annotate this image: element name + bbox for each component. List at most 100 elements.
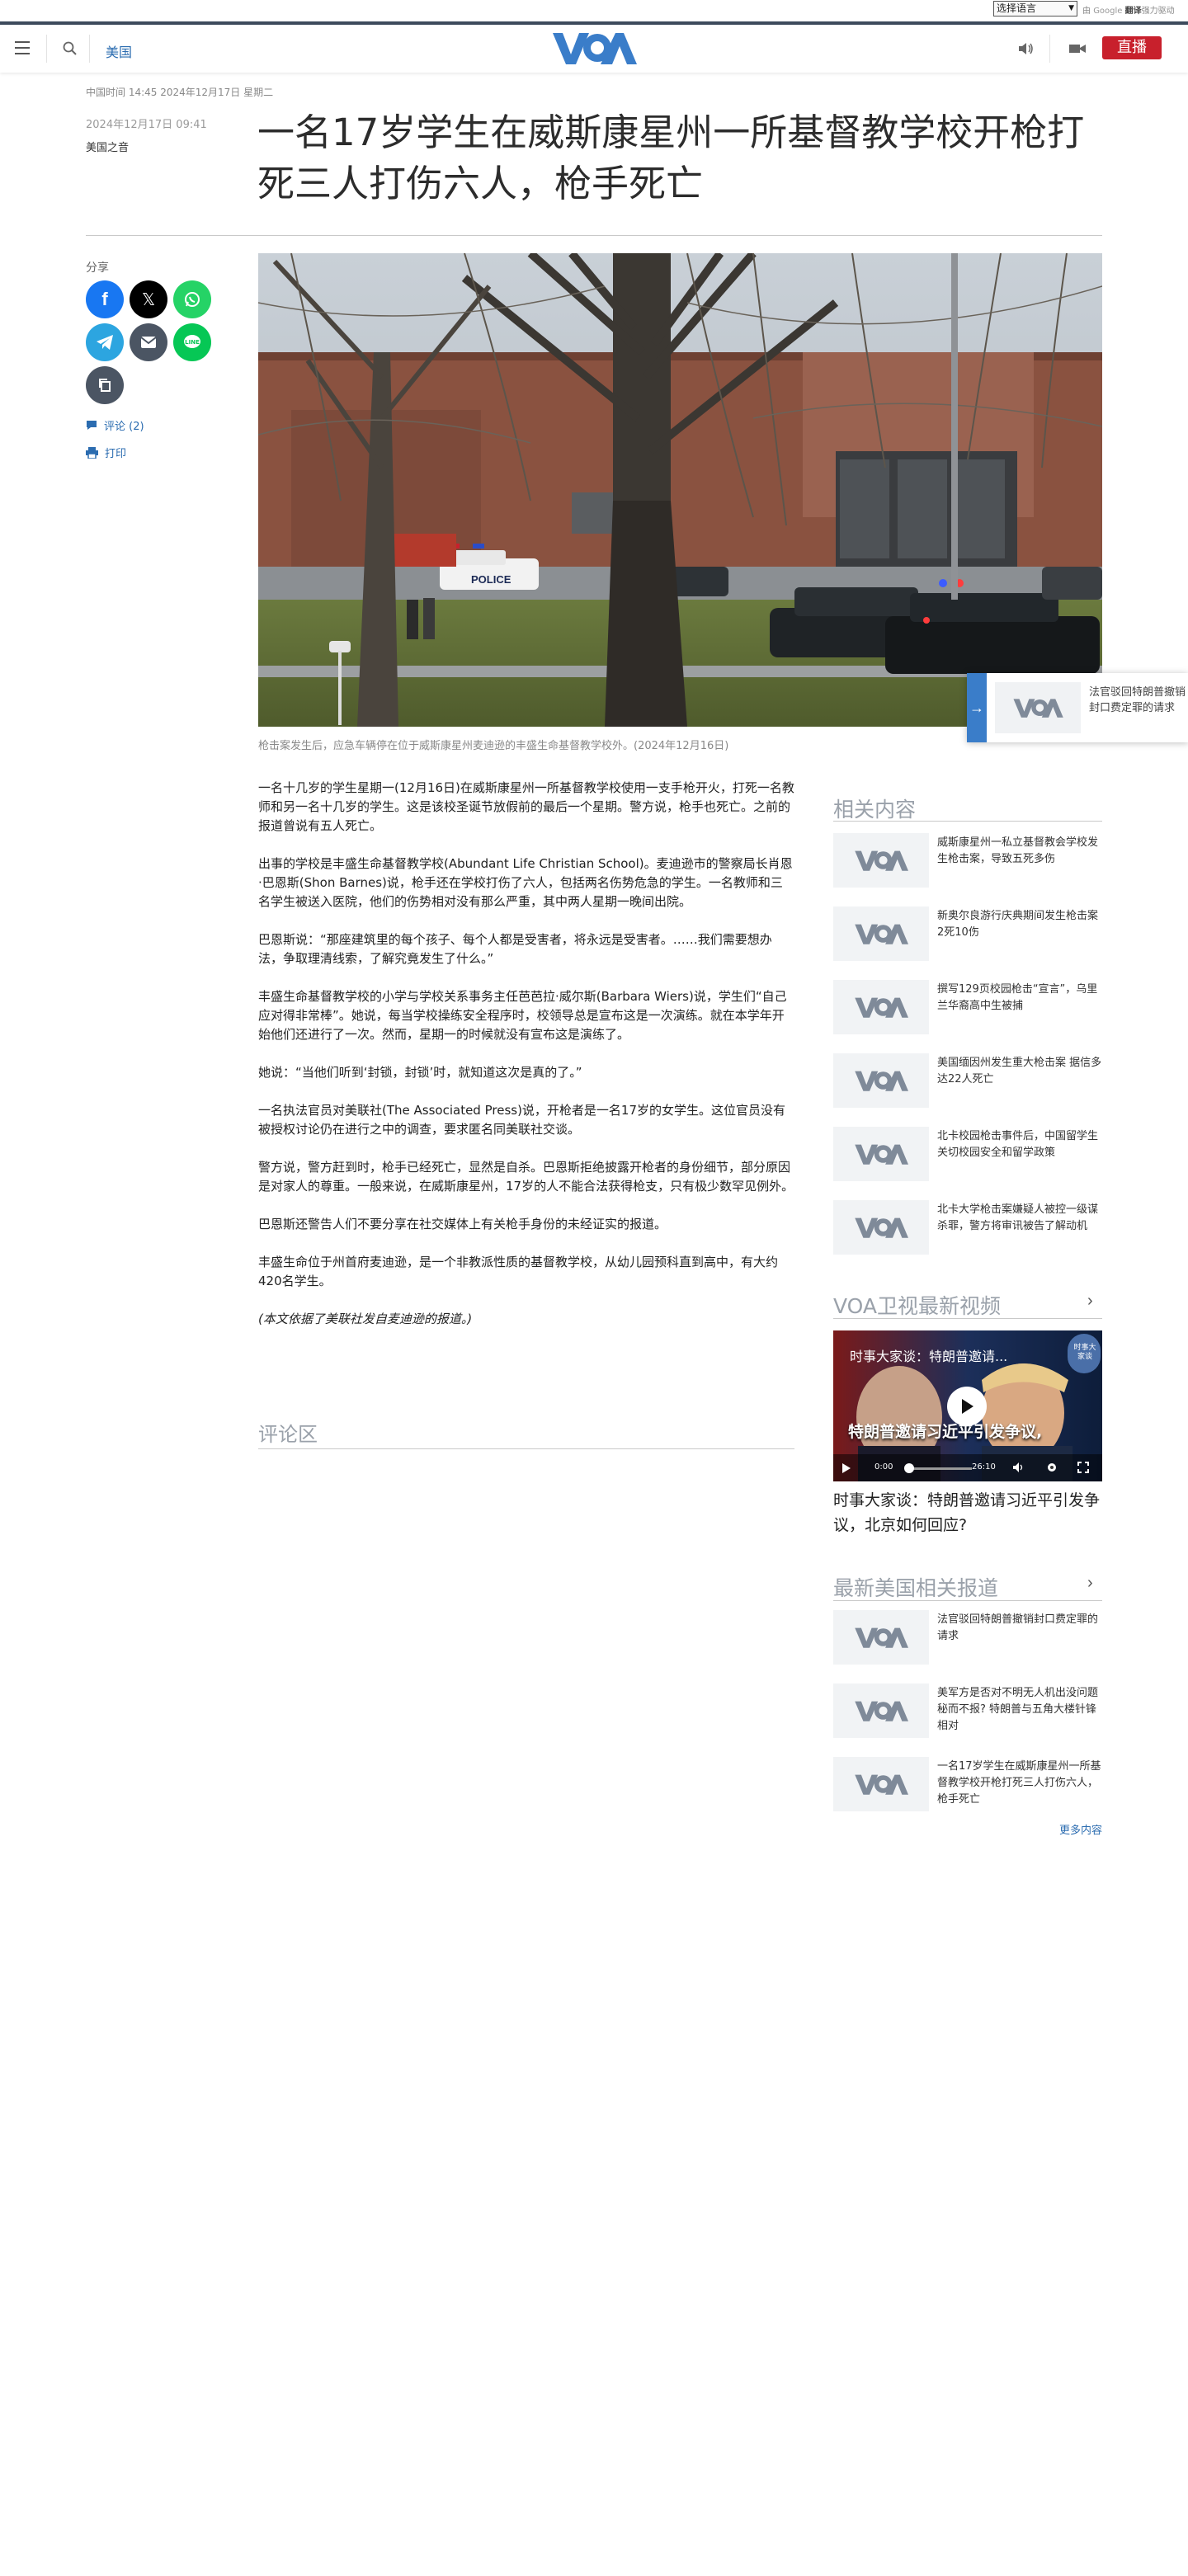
videos-title[interactable]: VOA卫视最新视频 — [833, 1290, 1001, 1320]
section-link[interactable]: 美国 — [106, 41, 132, 61]
article-body: 一名十几岁的学生星期一(12月16日)在威斯康星州一所基督教学校使用一支手枪开火… — [258, 779, 794, 1348]
video-progress-bar[interactable] — [906, 1467, 972, 1470]
fullscreen-icon[interactable] — [1077, 1462, 1089, 1473]
email-icon — [140, 337, 157, 348]
voa-placeholder-thumbnail — [833, 1757, 929, 1811]
settings-gear-icon[interactable] — [1046, 1462, 1058, 1473]
related-title: 相关内容 — [833, 798, 917, 822]
copy-link-button[interactable] — [86, 366, 124, 404]
header-divider — [46, 35, 47, 63]
svg-text:POLICE: POLICE — [471, 573, 512, 586]
timestamp: 中国时间 14:45 2024年12月17日 星期二 — [86, 87, 274, 98]
related-item[interactable]: 新奥尔良游行庆典期间发生枪击案 2死10伤 — [833, 907, 1102, 963]
hero-image: POLICE — [258, 253, 1102, 727]
latest-item[interactable]: 一名17岁学生在威斯康星州一所基督教学校开枪打死三人打伤六人，枪手死亡 — [833, 1757, 1102, 1813]
comments-section-title: 评论区 — [258, 1423, 318, 1446]
arrow-right-icon: → — [967, 673, 987, 742]
voa-placeholder-thumbnail — [833, 1053, 929, 1108]
video-player[interactable]: 时事大家谈：特朗普邀请... 时事大家谈 特朗普邀请习近平引发争议, 0:00 … — [833, 1330, 1102, 1481]
play-button[interactable] — [947, 1387, 987, 1426]
article-paragraph: 警方说，警方赶到时，枪手已经死亡，显然是自杀。巴恩斯拒绝披露开枪者的身份细节，部… — [258, 1160, 794, 1194]
related-item[interactable]: 北卡大学枪击案嫌疑人被控一级谋杀罪，警方将审讯被告了解动机 — [833, 1200, 1102, 1256]
translate-powered-by: 由 Google 翻译强力驱动 — [1082, 7, 1175, 16]
voa-placeholder-thumbnail — [833, 833, 929, 888]
related-item-title: 威斯康星州一私立基督教会学校发生枪击案，导致五死多伤 — [937, 836, 1099, 865]
play-small-icon[interactable] — [842, 1463, 851, 1473]
google-translate-link[interactable]: 翻译 — [1125, 7, 1142, 16]
print-link[interactable]: 打印 — [86, 445, 126, 460]
site-header: 美国 直播 — [0, 25, 1188, 73]
latest-item[interactable]: 法官驳回特朗普撤销封口费定罪的请求 — [833, 1610, 1102, 1666]
comments-divider — [258, 1448, 794, 1449]
svg-text:LINE: LINE — [185, 339, 200, 346]
telegram-share-button[interactable] — [86, 323, 124, 361]
floating-card-text: 法官驳回特朗普撤销封口费定罪的请求 — [1089, 686, 1186, 714]
videos-divider — [833, 1318, 1102, 1319]
voa-placeholder-thumbnail — [833, 1684, 929, 1738]
translate-bar: 选择语言 ▼ 由 Google 翻译强力驱动 — [0, 0, 1188, 21]
latest-title[interactable]: 最新美国相关报道 — [833, 1572, 998, 1602]
related-item[interactable]: 北卡校园枪击事件后，中国留学生关切校园安全和留学政策 — [833, 1127, 1102, 1183]
author[interactable]: 美国之音 — [86, 139, 129, 154]
latest-item-title: 一名17岁学生在威斯康星州一所基督教学校开枪打死三人打伤六人，枪手死亡 — [937, 1760, 1101, 1806]
related-item-title: 撰写129页校园枪击“宣言”，乌里兰华裔高中生被捕 — [937, 983, 1098, 1012]
speaker-icon[interactable] — [1018, 42, 1035, 59]
latest-divider — [833, 1600, 1102, 1601]
article-title: 一名17岁学生在威斯康星州一所基督教学校开枪打死三人打伤六人，枪手死亡 — [257, 111, 1085, 205]
video-camera-icon[interactable] — [1069, 43, 1086, 59]
latest-item[interactable]: 美军方是否对不明无人机出没问题秘而不报? 特朗普与五角大楼针锋相对 — [833, 1684, 1102, 1740]
header-divider — [1049, 35, 1050, 63]
article-paragraph: 一名十几岁的学生星期一(12月16日)在威斯康星州一所基督教学校使用一支手枪开火… — [258, 780, 794, 833]
chevron-right-icon[interactable]: › — [1087, 1292, 1093, 1311]
article-paragraph: 出事的学校是丰盛生命基督教学校(Abundant Life Christian … — [258, 856, 793, 909]
article-paragraph: 丰盛生命位于州首府麦迪逊，是一个非教派性质的基督教学校，从幼儿园预科直到高中，有… — [258, 1255, 779, 1288]
facebook-share-button[interactable]: f — [86, 280, 124, 318]
play-icon — [962, 1399, 974, 1414]
x-share-button[interactable]: 𝕏 — [130, 280, 167, 318]
article-paragraph: 巴恩斯还警告人们不要分享在社交媒体上有关枪手身份的未经证实的报道。 — [258, 1217, 667, 1231]
related-item-title: 新奥尔良游行庆典期间发生枪击案 2死10伤 — [937, 910, 1099, 939]
voa-placeholder-thumbnail — [833, 1200, 929, 1255]
whatsapp-share-button[interactable] — [173, 280, 211, 318]
image-caption: 枪击案发生后，应急车辆停在位于威斯康星州麦迪逊的丰盛生命基督教学校外。(2024… — [258, 740, 729, 752]
latest-item-title: 法官驳回特朗普撤销封口费定罪的请求 — [937, 1613, 1099, 1642]
title-divider — [86, 235, 1102, 236]
video-overlay-title: 时事大家谈：特朗普邀请... — [850, 1349, 1008, 1364]
video-caption[interactable]: 时事大家谈：特朗普邀请习近平引发争议，北京如何回应? — [833, 1488, 1102, 1538]
line-icon: LINE — [184, 335, 200, 348]
article-paragraph: 丰盛生命基督教学校的小学与学校关系事务主任芭芭拉·威尔斯(Barbara Wie… — [258, 989, 787, 1042]
share-label: 分享 — [86, 261, 109, 275]
volume-icon[interactable] — [1013, 1462, 1025, 1472]
email-share-button[interactable] — [130, 323, 167, 361]
chevron-down-icon: ▼ — [1068, 4, 1074, 12]
voa-placeholder-thumbnail — [995, 682, 1081, 733]
voa-placeholder-thumbnail — [833, 1610, 929, 1665]
copy-link-icon — [99, 379, 111, 392]
x-icon: 𝕏 — [141, 290, 156, 309]
language-select[interactable]: 选择语言 ▼ — [993, 1, 1077, 16]
article-paragraph: 巴恩斯说：“那座建筑里的每个孩子、每个人都是受害者，将永远是受害者。……我们需要… — [258, 932, 772, 966]
source-note: (本文依据了美联社发自麦迪逊的报道。) — [258, 1312, 473, 1326]
video-time-current: 0:00 — [874, 1462, 893, 1472]
floating-article-card[interactable]: → 法官驳回特朗普撤销封口费定罪的请求 — [967, 673, 1188, 742]
article-paragraph: 她说：“当他们听到‘封锁，封锁’时，就知道这次是真的了。” — [258, 1065, 582, 1080]
voa-placeholder-thumbnail — [833, 907, 929, 961]
latest-item-title: 美军方是否对不明无人机出没问题秘而不报? 特朗普与五角大楼针锋相对 — [937, 1687, 1099, 1732]
voa-logo[interactable] — [551, 30, 637, 66]
video-progress-handle[interactable] — [904, 1463, 914, 1473]
related-item[interactable]: 撰写129页校园枪击“宣言”，乌里兰华裔高中生被捕 — [833, 980, 1102, 1036]
line-share-button[interactable]: LINE — [173, 323, 211, 361]
related-item[interactable]: 威斯康星州一私立基督教会学校发生枪击案，导致五死多伤 — [833, 833, 1102, 889]
article-paragraph: 一名执法官员对美联社(The Associated Press)说，开枪者是一名… — [258, 1103, 786, 1137]
search-icon[interactable] — [63, 41, 78, 60]
menu-icon[interactable] — [15, 41, 31, 54]
voa-placeholder-thumbnail — [833, 980, 929, 1034]
comments-link[interactable]: 评论 (2) — [86, 417, 144, 433]
related-item-title: 北卡校园枪击事件后，中国留学生关切校园安全和留学政策 — [937, 1130, 1099, 1159]
video-controls: 0:00 26:10 — [833, 1454, 1102, 1481]
live-button[interactable]: 直播 — [1102, 36, 1162, 59]
chevron-right-icon[interactable]: › — [1087, 1574, 1093, 1593]
related-item[interactable]: 美国缅因州发生重大枪击案 据信多达22人死亡 — [833, 1053, 1102, 1109]
more-content-link[interactable]: 更多内容 — [1059, 1821, 1102, 1837]
video-overlay-banner: 特朗普邀请习近平引发争议, — [848, 1423, 1043, 1441]
